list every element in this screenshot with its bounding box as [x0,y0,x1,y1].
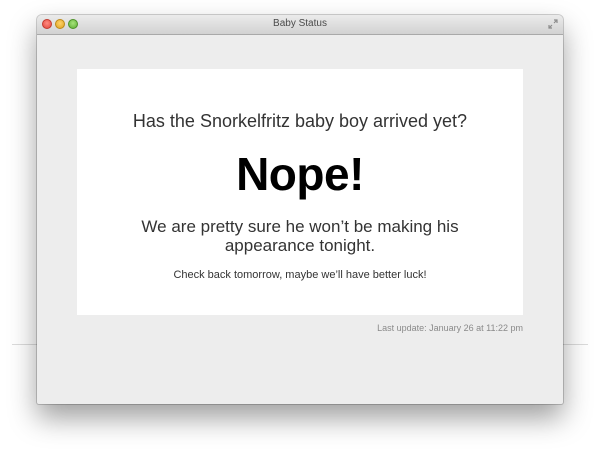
window-title: Baby Status [273,18,327,29]
status-explanation: We are pretty sure he won’t be making hi… [141,217,459,255]
status-question: Has the Snorkelfritz baby boy arrived ye… [132,111,468,131]
status-card: Has the Snorkelfritz baby boy arrived ye… [77,69,523,315]
window-content: Has the Snorkelfritz baby boy arrived ye… [37,35,563,404]
app-window: Baby Status Has the Snorkelfritz baby bo… [37,15,563,404]
status-answer: Nope! [236,148,364,200]
status-followup: Check back tomorrow, maybe we’ll have be… [173,269,427,281]
last-update-timestamp: Last update: January 26 at 11:22 pm [377,323,523,333]
fullscreen-icon[interactable] [548,19,558,29]
title-bar[interactable]: Baby Status [37,15,563,35]
